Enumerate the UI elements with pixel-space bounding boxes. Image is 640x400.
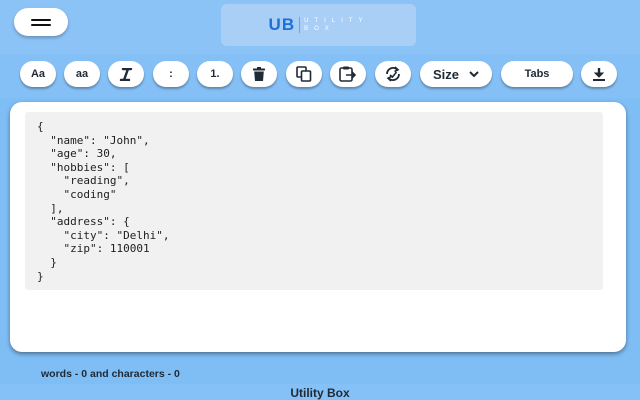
hamburger-icon-bar: [31, 23, 51, 26]
tabs-button[interactable]: Tabs: [501, 61, 573, 87]
numbered-label: 1.: [210, 68, 220, 80]
download-button[interactable]: [581, 61, 617, 87]
lowercase-label: aa: [75, 68, 89, 80]
editor-panel[interactable]: { "name": "John", "age": 30, "hobbies": …: [10, 102, 626, 352]
logo-divider: [299, 17, 301, 33]
logo-mark: UB: [268, 15, 296, 34]
toolbar: Aa aa : 1. Size Tabs: [0, 54, 640, 98]
menu-button[interactable]: [14, 8, 68, 36]
logo-wordmark: UTILITY BOX: [304, 17, 368, 33]
hamburger-icon: [31, 18, 51, 21]
italic-icon: [119, 67, 133, 81]
app-logo[interactable]: UB UTILITY BOX: [221, 4, 416, 46]
logo-line-2: BOX: [304, 26, 335, 32]
italic-button[interactable]: [108, 61, 144, 87]
download-icon: [593, 68, 605, 81]
paste-button[interactable]: [330, 61, 366, 87]
clear-button[interactable]: [241, 61, 277, 87]
code-editor[interactable]: { "name": "John", "age": 30, "hobbies": …: [25, 112, 603, 290]
remove-spaces-button[interactable]: [375, 61, 411, 87]
tabs-label: Tabs: [524, 68, 550, 80]
word-count-status: words - 0 and characters - 0: [41, 368, 180, 380]
size-label: Size: [432, 66, 459, 82]
colon-button[interactable]: :: [153, 61, 189, 87]
app-footer: Utility Box: [0, 384, 640, 400]
chevron-down-icon: [469, 70, 479, 77]
copy-button[interactable]: [286, 61, 322, 87]
logo-line-1: UTILITY: [304, 18, 369, 24]
clipboard-icon: [339, 66, 357, 82]
lowercase-button[interactable]: aa: [64, 61, 100, 87]
code-content[interactable]: { "name": "John", "age": 30, "hobbies": …: [37, 120, 591, 283]
numbered-list-button[interactable]: 1.: [197, 61, 233, 87]
uppercase-button[interactable]: Aa: [20, 61, 56, 87]
cycle-icon: [386, 66, 400, 82]
colon-label: :: [169, 68, 173, 80]
copy-icon: [296, 66, 312, 82]
uppercase-label: Aa: [30, 68, 46, 80]
app-header: UB UTILITY BOX: [0, 0, 640, 54]
size-dropdown[interactable]: Size: [420, 61, 492, 87]
footer-title: Utility Box: [290, 386, 350, 400]
trash-icon: [253, 67, 265, 81]
